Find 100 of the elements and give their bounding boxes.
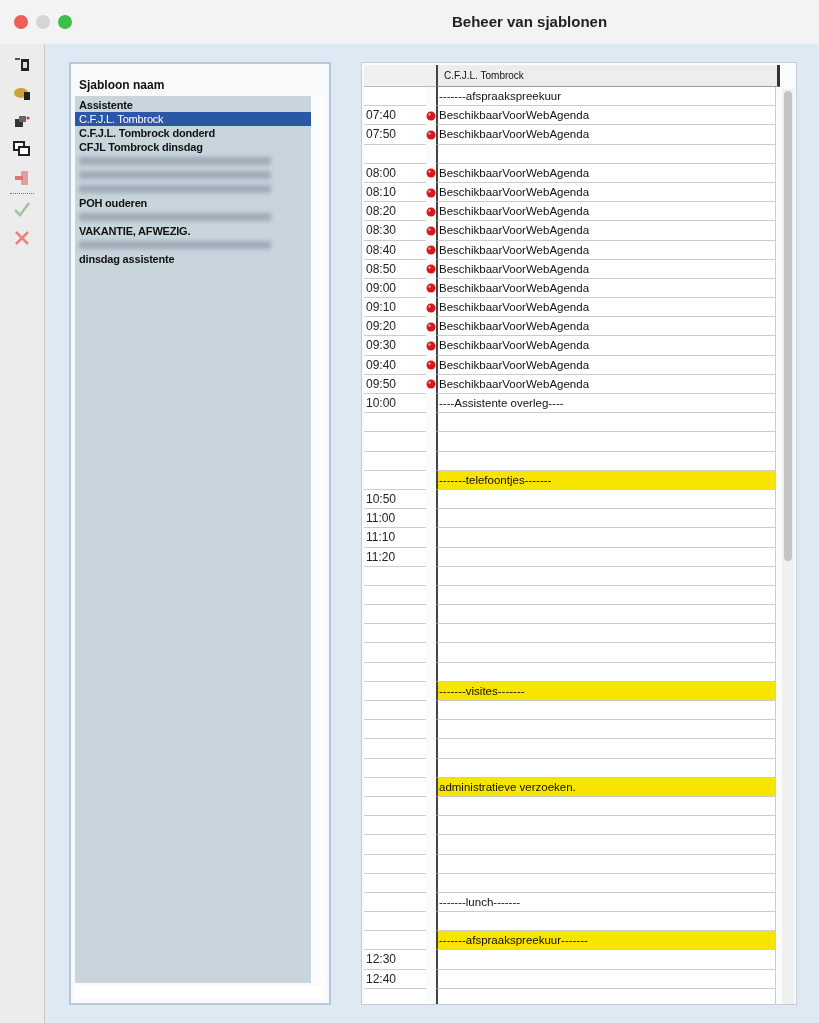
slot-cell[interactable] [436,547,776,567]
slot-cell[interactable]: BeschikbaarVoorWebAgenda [436,278,776,299]
close-icon[interactable] [14,230,30,246]
highlighted-slot[interactable]: administratieve verzoeken. [436,777,776,797]
slot-cell[interactable] [436,585,776,606]
blurred-list-item[interactable] [79,171,271,179]
list-item[interactable]: C.F.J.L. Tombrock donderd [75,126,311,140]
slot-cell[interactable]: -------lunch------- [436,892,776,913]
time-cell [364,432,426,452]
slot-cell[interactable] [436,816,776,836]
slot-cell[interactable] [436,566,776,586]
slot-cell[interactable]: BeschikbaarVoorWebAgenda [436,298,776,318]
header-corner [364,65,436,87]
time-cell [364,892,426,913]
slot-cell[interactable] [436,489,776,510]
list-item[interactable]: VAKANTIE, AFWEZIG. [75,224,311,238]
time-cell: 08:10 [364,182,426,203]
slot-cell[interactable] [436,605,776,625]
time-cell: 09:40 [364,355,426,375]
highlighted-slot[interactable]: -------telefoontjes------- [436,470,776,490]
slot-cell[interactable] [436,912,776,932]
time-cell [364,720,426,740]
list-item[interactable]: dinsdag assistente [75,252,311,266]
close-window-button[interactable] [14,15,28,29]
time-cell: 09:50 [364,374,426,394]
slot-cell[interactable]: BeschikbaarVoorWebAgenda [436,125,776,145]
slot-cell[interactable] [436,873,776,893]
time-cell: 08:50 [364,259,426,279]
slot-cell[interactable]: BeschikbaarVoorWebAgenda [436,202,776,222]
slot-cell[interactable] [436,835,776,855]
slot-cell[interactable] [436,969,776,989]
copy-icon[interactable] [14,114,30,128]
time-cell [364,585,426,606]
slot-cell[interactable] [436,796,776,817]
time-cell: 10:00 [364,394,426,414]
slot-cell[interactable]: BeschikbaarVoorWebAgenda [436,317,776,337]
blurred-list-item[interactable] [79,157,271,165]
time-cell: 11:00 [364,509,426,529]
time-cell [364,87,426,107]
time-cell [364,451,426,471]
time-cell [364,624,426,644]
minimize-window-button[interactable] [36,15,50,29]
blurred-list-item[interactable] [79,213,271,221]
time-cell [364,912,426,932]
exit-icon[interactable] [14,170,30,186]
slot-cell[interactable] [436,701,776,721]
document-icon[interactable] [14,56,30,72]
slot-cell[interactable] [436,432,776,452]
slot-cell[interactable] [436,643,776,663]
time-cell [364,796,426,817]
highlighted-slot[interactable]: -------visites------- [436,681,776,701]
time-cell: 09:00 [364,278,426,299]
scrollbar[interactable] [311,96,325,983]
blurred-list-item[interactable] [79,185,271,193]
checkmark-icon[interactable] [13,201,31,217]
window-title: Beheer van sjablonen [452,13,608,30]
list-item[interactable]: Assistente [75,98,311,112]
slot-cell[interactable]: BeschikbaarVoorWebAgenda [436,374,776,394]
time-cell: 09:10 [364,298,426,318]
folder-icon[interactable] [13,85,31,101]
scrollbar[interactable] [782,89,794,1004]
slot-cell[interactable] [436,144,776,164]
slot-cell[interactable]: -------afspraakspreekuur [436,87,776,107]
list-item[interactable]: C.F.J.L. Tombrock [75,112,311,126]
time-cell [364,873,426,893]
time-cell [364,816,426,836]
time-cell [364,739,426,759]
slot-cell[interactable] [436,720,776,740]
list-item[interactable]: POH ouderen [75,196,311,210]
column-header: C.F.J.L. Tombrock [436,65,780,87]
slot-cell[interactable]: BeschikbaarVoorWebAgenda [436,259,776,279]
scrollbar-thumb[interactable] [784,91,792,561]
list-item[interactable]: CFJL Tombrock dinsdag [75,140,311,154]
time-cell: 12:40 [364,969,426,989]
slot-cell[interactable] [436,739,776,759]
time-cell [364,835,426,855]
windows-icon[interactable] [13,141,31,157]
time-cell [364,681,426,701]
slot-cell[interactable]: BeschikbaarVoorWebAgenda [436,163,776,183]
slot-cell[interactable]: BeschikbaarVoorWebAgenda [436,355,776,375]
slot-cell[interactable] [436,950,776,970]
slot-cell[interactable] [436,528,776,548]
slot-cell[interactable]: ----Assistente overleg---- [436,394,776,414]
time-cell: 08:20 [364,202,426,222]
slot-cell[interactable]: BeschikbaarVoorWebAgenda [436,182,776,203]
slot-cell[interactable] [436,854,776,874]
slot-cell[interactable] [436,624,776,644]
zoom-window-button[interactable] [58,15,72,29]
time-cell: 07:50 [364,125,426,145]
highlighted-slot[interactable]: -------afspraakspreekuur------- [436,931,776,951]
slot-cell[interactable]: BeschikbaarVoorWebAgenda [436,221,776,241]
slot-cell[interactable]: BeschikbaarVoorWebAgenda [436,106,776,126]
slot-cell[interactable] [436,451,776,471]
blurred-list-item[interactable] [79,241,271,249]
slot-cell[interactable] [436,413,776,433]
slot-cell[interactable] [436,758,776,778]
slot-cell[interactable]: BeschikbaarVoorWebAgenda [436,240,776,260]
slot-cell[interactable]: BeschikbaarVoorWebAgenda [436,336,776,356]
slot-cell[interactable] [436,509,776,529]
slot-cell[interactable] [436,662,776,682]
